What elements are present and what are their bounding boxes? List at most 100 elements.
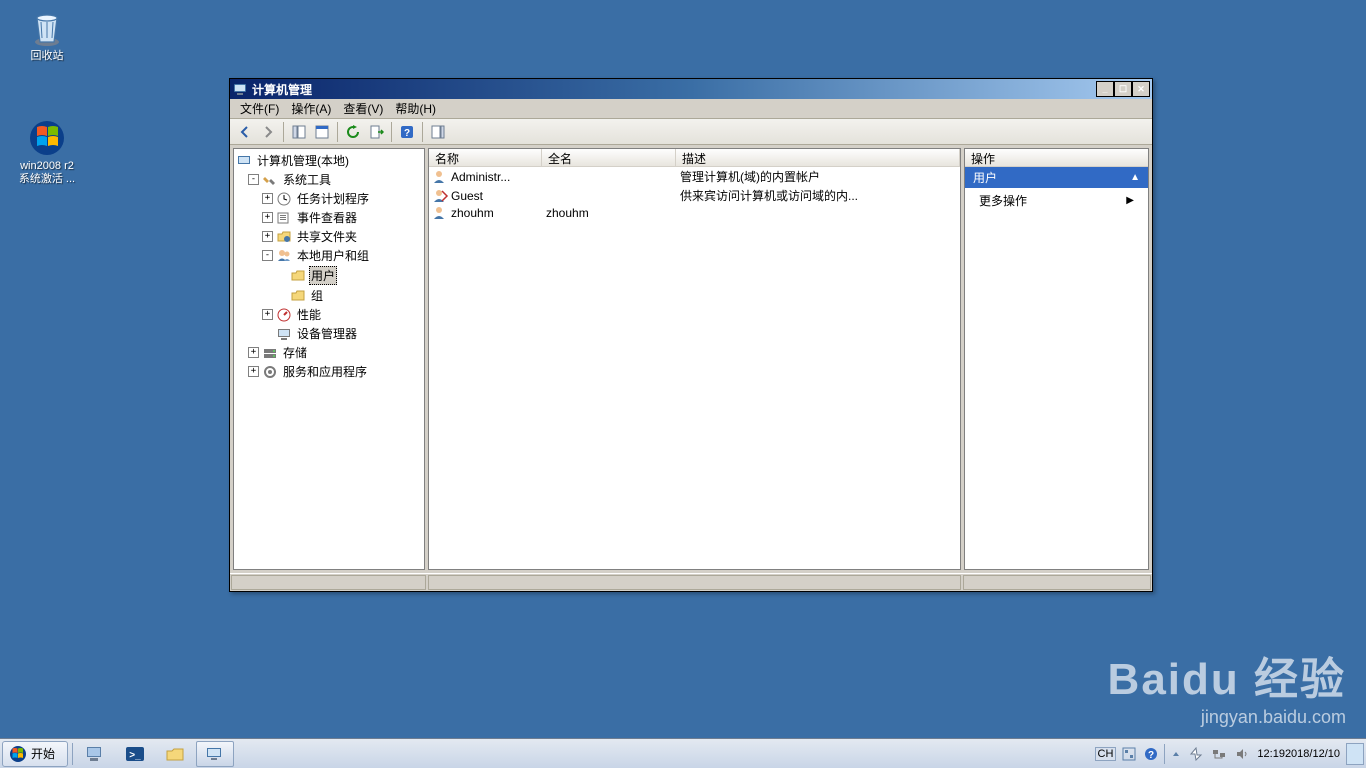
properties-button[interactable] [311, 121, 333, 143]
tree-toggle[interactable]: + [262, 231, 273, 242]
list-column-fullname[interactable]: 全名 [542, 149, 676, 166]
folder-icon [290, 288, 306, 304]
tree-toggle[interactable]: + [262, 212, 273, 223]
list-cell-fullname [542, 168, 676, 185]
tree-task-scheduler[interactable]: 任务计划程序 [295, 190, 371, 207]
app-icon [232, 81, 248, 97]
toolbar-separator [283, 122, 284, 142]
show-desktop-button[interactable] [1346, 743, 1364, 765]
user-icon [433, 170, 449, 184]
quicklaunch-explorer[interactable] [156, 741, 194, 767]
action-center-icon[interactable] [1187, 747, 1205, 761]
minimize-button[interactable]: _ [1096, 81, 1114, 97]
tree-shared-folders[interactable]: 共享文件夹 [295, 228, 359, 245]
show-hide-tree-button[interactable] [288, 121, 310, 143]
clock-time: 12:19 [1257, 748, 1285, 760]
tree-services-apps[interactable]: 服务和应用程序 [281, 363, 369, 380]
tree-system-tools[interactable]: 系统工具 [281, 171, 333, 188]
computer-management-icon [236, 153, 252, 169]
toolbar: ? [230, 119, 1152, 145]
chevron-right-icon: ▶ [1126, 195, 1134, 206]
quicklaunch-server-manager[interactable] [76, 741, 114, 767]
maximize-button[interactable]: ☐ [1114, 81, 1132, 97]
network-icon[interactable] [1209, 747, 1229, 761]
tree-toggle[interactable]: + [248, 366, 259, 377]
tray-separator [1164, 744, 1165, 764]
actions-panel: 操作 用户 ▲ 更多操作 ▶ [964, 148, 1149, 570]
watermark: Baidu 经验 jingyan.baidu.com [1108, 643, 1346, 728]
desktop-icon-recycle-bin[interactable]: 回收站 [12, 8, 82, 63]
list-cell-name: Guest [451, 189, 483, 203]
tree-performance[interactable]: 性能 [295, 306, 323, 323]
list-column-description[interactable]: 描述 [676, 149, 960, 166]
actions-header: 操作 [965, 149, 1148, 167]
clock[interactable]: 12:19 2018/12/10 [1255, 748, 1342, 760]
refresh-button[interactable] [342, 121, 364, 143]
chevron-up-icon: ▲ [1130, 172, 1140, 183]
help-tray-icon[interactable]: ? [1142, 747, 1160, 761]
list-row[interactable]: Administr... 管理计算机(域)的内置帐户 [429, 167, 960, 186]
toolbar-separator [422, 122, 423, 142]
menu-help[interactable]: 帮助(H) [389, 98, 442, 119]
help-button[interactable]: ? [396, 121, 418, 143]
quicklaunch-powershell[interactable]: >_ [116, 741, 154, 767]
user-icon [433, 206, 449, 220]
back-button[interactable] [234, 121, 256, 143]
action-section-users[interactable]: 用户 ▲ [965, 167, 1148, 188]
device-manager-icon [276, 326, 292, 342]
title-bar[interactable]: 计算机管理 _ ☐ ✕ [230, 79, 1152, 99]
action-more[interactable]: 更多操作 ▶ [965, 188, 1148, 213]
language-indicator[interactable]: CH [1095, 747, 1117, 761]
tree-event-viewer[interactable]: 事件查看器 [295, 209, 359, 226]
folder-icon [290, 268, 306, 284]
list-column-name[interactable]: 名称 [429, 149, 542, 166]
list-cell-name: zhouhm [451, 206, 494, 220]
start-button[interactable]: 开始 [2, 741, 68, 767]
menu-view[interactable]: 查看(V) [337, 98, 389, 119]
window-title: 计算机管理 [252, 81, 1096, 98]
list-row[interactable]: Guest 供来宾访问计算机或访问域的内... [429, 186, 960, 205]
list-cell-description: 供来宾访问计算机或访问域的内... [676, 187, 960, 204]
tree-panel[interactable]: 计算机管理(本地) - 系统工具 + 任务计划程序 + 事件查看器 + 共享文件… [233, 148, 425, 570]
menu-action[interactable]: 操作(A) [285, 98, 337, 119]
close-button[interactable]: ✕ [1132, 81, 1150, 97]
taskbar-task-computer-management[interactable] [196, 741, 234, 767]
tree-toggle[interactable]: + [262, 193, 273, 204]
tree-local-users-groups[interactable]: 本地用户和组 [295, 247, 371, 264]
desktop-icon-label: win2008 r2 [12, 160, 82, 173]
status-bar [230, 573, 1152, 591]
list-cell-description: 管理计算机(域)的内置帐户 [676, 168, 960, 185]
computer-management-window: 计算机管理 _ ☐ ✕ 文件(F) 操作(A) 查看(V) 帮助(H) ? 计算… [229, 78, 1153, 592]
list-header: 名称 全名 描述 [429, 149, 960, 167]
clock-icon [276, 191, 292, 207]
list-body[interactable]: Administr... 管理计算机(域)的内置帐户 Guest 供来宾访问计算… [429, 167, 960, 569]
list-row[interactable]: zhouhm zhouhm [429, 205, 960, 221]
windows-logo-icon [9, 745, 27, 763]
system-tray: CH ? 12:19 2018/12/10 [1093, 741, 1366, 767]
tree-storage[interactable]: 存储 [281, 344, 309, 361]
watermark-brand: Baidu 经验 [1108, 643, 1346, 707]
tree-toggle[interactable]: + [248, 347, 259, 358]
ime-icon[interactable] [1120, 747, 1138, 761]
desktop-icon-win2008r2[interactable]: win2008 r2 系统激活 ... [12, 118, 82, 186]
user-disabled-icon [433, 189, 449, 203]
show-actions-button[interactable] [427, 121, 449, 143]
storage-icon [262, 345, 278, 361]
tree-root[interactable]: 计算机管理(本地) [255, 152, 351, 169]
tree-toggle[interactable]: + [262, 309, 273, 320]
list-cell-name: Administr... [451, 170, 510, 184]
tree-users[interactable]: 用户 [309, 266, 337, 285]
tree-device-manager[interactable]: 设备管理器 [295, 325, 359, 342]
forward-button[interactable] [257, 121, 279, 143]
menu-bar: 文件(F) 操作(A) 查看(V) 帮助(H) [230, 99, 1152, 119]
export-button[interactable] [365, 121, 387, 143]
tree-toggle[interactable]: - [262, 250, 273, 261]
tree-toggle[interactable]: - [248, 174, 259, 185]
taskbar: 开始 >_ CH ? 12:19 2018/12/10 [0, 738, 1366, 768]
tray-expand-icon[interactable] [1169, 747, 1183, 761]
desktop-icon-label: 回收站 [12, 50, 82, 63]
watermark-url: jingyan.baidu.com [1108, 707, 1346, 728]
tree-groups[interactable]: 组 [309, 287, 325, 304]
volume-icon[interactable] [1233, 747, 1251, 761]
menu-file[interactable]: 文件(F) [234, 98, 285, 119]
